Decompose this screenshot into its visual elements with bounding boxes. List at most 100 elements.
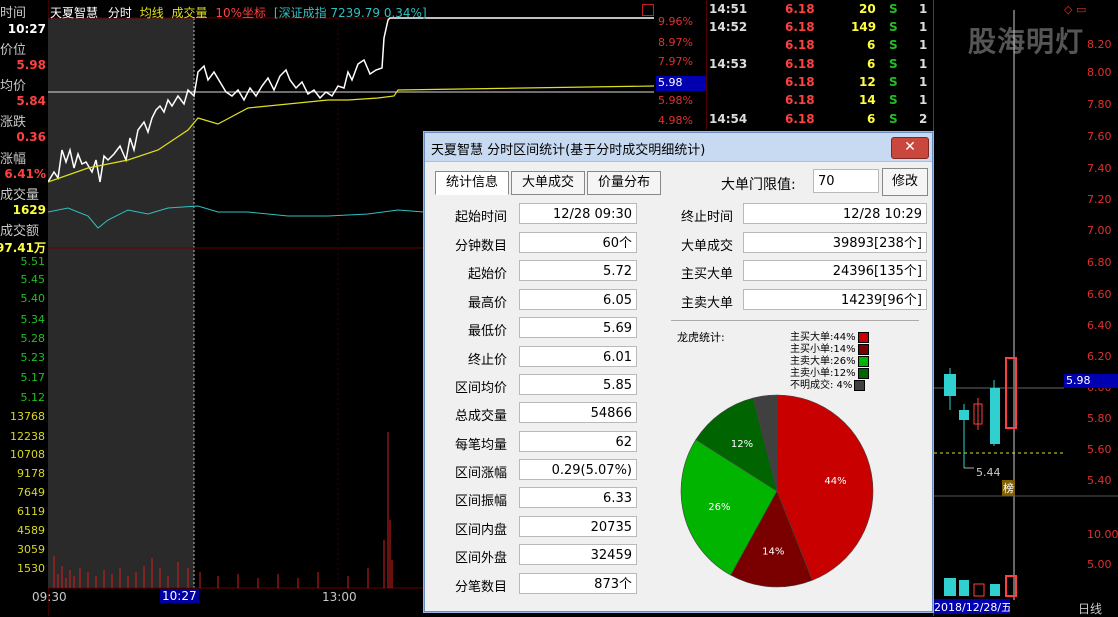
- tick-time: 14:52: [709, 20, 748, 34]
- tick-count: 1: [919, 38, 928, 52]
- stat-label: 主买大单: [680, 267, 733, 282]
- tick-side: S: [889, 112, 898, 126]
- change-value: 0.36: [16, 130, 46, 144]
- tick-count: 1: [919, 93, 928, 107]
- stat-label: 总成交量: [454, 409, 507, 424]
- stat-value: 12/28 09:30: [519, 203, 637, 224]
- stock-name: 天夏智慧: [50, 6, 99, 20]
- tick-volume: 6: [867, 38, 876, 52]
- time-value: 10:27: [7, 22, 46, 36]
- pct-axis-label: 5.98%: [658, 94, 693, 107]
- time-axis-cursor: 10:27: [160, 589, 199, 603]
- price-axis-label: 5.45: [20, 273, 46, 286]
- time-label: 时间: [0, 6, 27, 21]
- legend-swatch: [854, 379, 866, 391]
- tab-stats-info[interactable]: 统计信息: [435, 171, 509, 195]
- vol-axis-label: 10708: [10, 448, 45, 461]
- vol-axis-label: 4589: [17, 524, 45, 537]
- current-price-tag: 5.98: [656, 76, 706, 91]
- volume-label[interactable]: 成交量: [172, 6, 208, 20]
- dialog-title-bar[interactable]: 天夏智慧 分时区间统计(基于分时成交明细统计) ✕: [425, 133, 932, 162]
- tick-row: 6.18 14 S 1: [707, 91, 931, 109]
- stat-label: 起始时间: [454, 210, 507, 225]
- stat-label: 最高价: [467, 296, 507, 311]
- pct-label: 涨幅: [0, 152, 27, 167]
- stat-label: 终止价: [467, 353, 507, 368]
- price-axis-label: 5.34: [20, 313, 46, 326]
- stat-label: 区间涨幅: [454, 466, 507, 481]
- period-label[interactable]: 日线: [1078, 600, 1102, 617]
- tick-side: S: [889, 38, 898, 52]
- tick-price: 6.18: [785, 38, 815, 52]
- left-info-panel: 时间 10:27 价位 5.98 均价 5.84 涨跌 0.36 涨幅 6.41…: [0, 0, 49, 616]
- tick-count: 2: [919, 112, 928, 126]
- stat-value: 32459: [519, 544, 637, 565]
- stat-value: 24396[135个]: [743, 260, 927, 281]
- price-axis-label: 5.12: [20, 391, 46, 404]
- stat-label: 主卖大单: [680, 296, 733, 311]
- modify-button[interactable]: 修改: [882, 168, 928, 196]
- stat-value: 6.05: [519, 289, 637, 310]
- tick-volume: 12: [859, 75, 876, 89]
- daily-kline-chart[interactable]: 股海明灯 ◇ ▭ 8.20 8.00 7.80 7.60 7.40 7.20 7…: [933, 0, 1118, 616]
- pie-chart: 44% 14% 26% 12%: [680, 394, 874, 588]
- avg-line-label[interactable]: 均线: [140, 6, 164, 20]
- stat-value: 5.69: [519, 317, 637, 338]
- amount-label: 成交额: [0, 224, 40, 239]
- tick-volume: 14: [859, 93, 876, 107]
- stat-label: 分笔数目: [454, 580, 507, 595]
- stat-value: 873个: [519, 573, 637, 594]
- tick-volume: 149: [851, 20, 877, 34]
- stat-label: 每笔均量: [454, 438, 507, 453]
- threshold-input[interactable]: [813, 169, 879, 193]
- price-axis-label: 5.51: [20, 255, 46, 268]
- kchart-badge[interactable]: 榜: [1002, 480, 1015, 496]
- stat-value: 60个: [519, 232, 637, 253]
- tick-price: 6.18: [785, 20, 815, 34]
- change-label: 涨跌: [0, 115, 27, 130]
- kchart-svg: [934, 10, 1118, 600]
- stat-label: 起始价: [467, 267, 507, 282]
- tick-row: 6.18 6 S 1: [707, 36, 931, 54]
- tick-price: 6.18: [785, 75, 815, 89]
- chart-header: 天夏智慧 分时 均线 成交量 10%坐标 [深证成指 7239.79 0.34%…: [50, 4, 427, 21]
- price-axis-label: 5.28: [20, 332, 46, 345]
- pie-title: 龙虎统计:: [677, 331, 725, 344]
- mode-label[interactable]: 分时: [108, 6, 132, 20]
- tab-price-volume[interactable]: 价量分布: [587, 171, 661, 195]
- pie-slice-label: 12%: [731, 439, 753, 450]
- tick-volume: 20: [859, 2, 876, 16]
- stat-value: 0.29(5.07%): [519, 459, 637, 480]
- tick-volume: 6: [867, 112, 876, 126]
- divider: [671, 320, 919, 321]
- pct-axis: 9.96% 8.97% 7.97% 5.98 5.98% 4.98%: [656, 0, 706, 130]
- pie-slice-label: 14%: [762, 546, 784, 557]
- pie-slice-label: 44%: [824, 476, 846, 487]
- tab-large-orders[interactable]: 大单成交: [511, 171, 585, 195]
- vol-axis-label: 7649: [17, 486, 45, 499]
- tick-price: 6.18: [785, 57, 815, 71]
- time-axis-mid: 13:00: [322, 590, 357, 604]
- stat-label: 最低价: [467, 324, 507, 339]
- tick-row: 14:52 6.18 149 S 1: [707, 18, 931, 36]
- tick-price: 6.18: [785, 2, 815, 16]
- chart-toggle-icon[interactable]: [642, 4, 654, 16]
- index-label[interactable]: [深证成指 7239.79 0.34%]: [274, 6, 427, 20]
- close-button[interactable]: ✕: [891, 137, 929, 159]
- vol-axis-label: 9178: [17, 467, 45, 480]
- scale-label[interactable]: 10%坐标: [215, 6, 266, 20]
- tick-side: S: [889, 20, 898, 34]
- pct-axis-label: 9.96%: [658, 15, 693, 28]
- tick-list[interactable]: 14:51 6.18 20 S 1 14:52 6.18 149 S 1 6.1…: [706, 0, 931, 130]
- kchart-vol-axis-label: 10.00: [1087, 528, 1118, 541]
- vol-label: 成交量: [0, 188, 40, 203]
- tick-side: S: [889, 2, 898, 16]
- vol-axis-label: 12238: [10, 430, 45, 443]
- tick-time: 14:51: [709, 2, 748, 16]
- kchart-vol-axis-label: 5.00: [1087, 558, 1112, 571]
- pct-axis-label: 4.98%: [658, 114, 693, 127]
- stat-value: 6.33: [519, 487, 637, 508]
- tick-count: 1: [919, 2, 928, 16]
- tick-row: 14:51 6.18 20 S 1: [707, 0, 931, 18]
- tick-side: S: [889, 93, 898, 107]
